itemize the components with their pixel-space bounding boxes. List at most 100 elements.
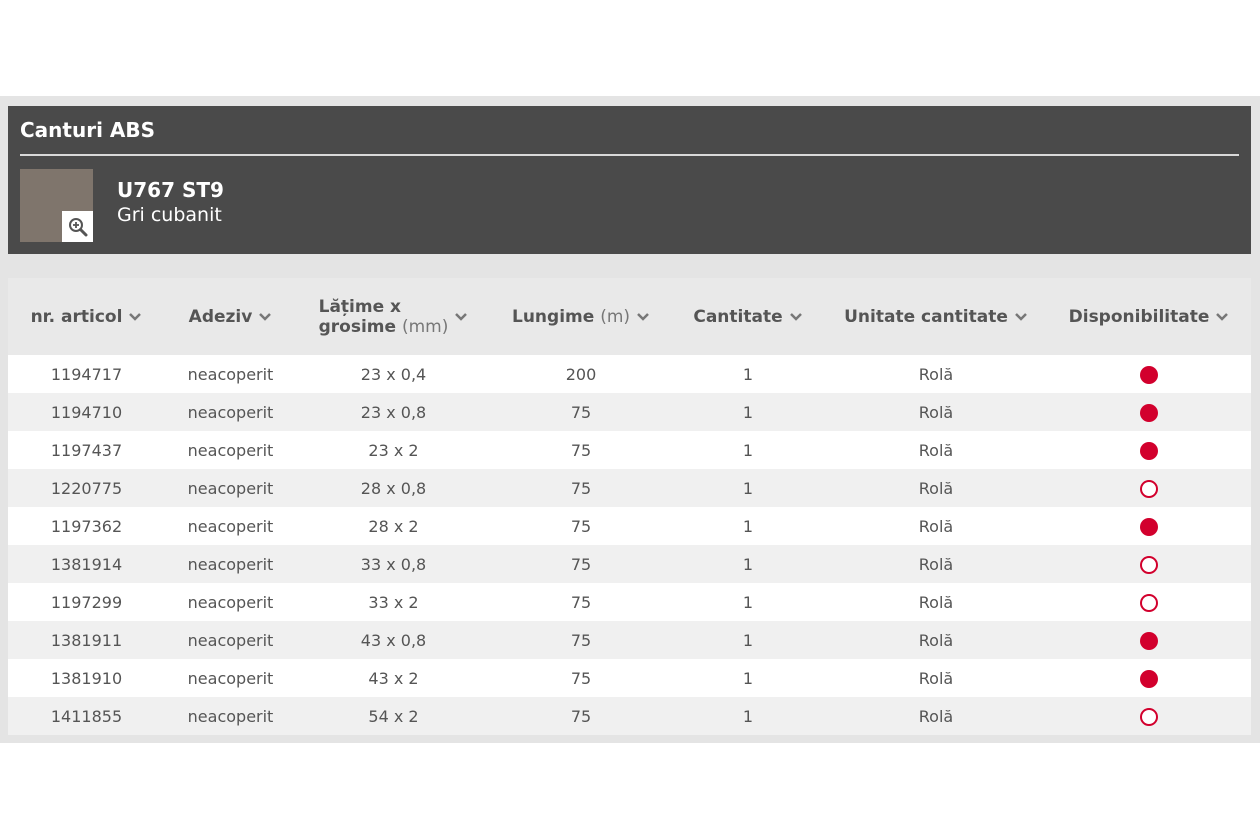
cell-unit: Rolă bbox=[918, 516, 954, 536]
column-header-length[interactable]: Lungime (m) bbox=[491, 307, 671, 327]
unavailable-dot-icon bbox=[1140, 707, 1158, 726]
cell-quantity: 1 bbox=[742, 668, 754, 688]
cell-size: 43 x 0,8 bbox=[360, 630, 427, 650]
cell-adhesive: neacoperit bbox=[187, 630, 274, 650]
product-code: U767 ST9 bbox=[117, 178, 224, 202]
cell-unit: Rolă bbox=[918, 402, 954, 422]
cell-adhesive: neacoperit bbox=[187, 516, 274, 536]
table-row[interactable]: 1381911 neacoperit 43 x 0,8 75 1 Rolă bbox=[8, 621, 1251, 659]
panel-divider bbox=[20, 154, 1239, 156]
column-label: Unitate cantitate bbox=[844, 306, 1008, 327]
chevron-down-icon bbox=[1014, 312, 1028, 322]
cell-adhesive: neacoperit bbox=[187, 364, 274, 384]
table-row[interactable]: 1197299 neacoperit 33 x 2 75 1 Rolă bbox=[8, 583, 1251, 621]
column-label-line2: grosime bbox=[318, 316, 397, 337]
cell-size: 54 x 2 bbox=[368, 706, 419, 726]
cell-quantity: 1 bbox=[742, 554, 754, 574]
cell-article: 1411855 bbox=[50, 706, 123, 726]
column-header-adhesive[interactable]: Adeziv bbox=[165, 307, 296, 327]
unavailable-dot-icon bbox=[1140, 555, 1158, 574]
cell-adhesive: neacoperit bbox=[187, 440, 274, 460]
cell-availability bbox=[1047, 592, 1251, 612]
table-row[interactable]: 1411855 neacoperit 54 x 2 75 1 Rolă bbox=[8, 697, 1251, 735]
table-body: 1194717 neacoperit 23 x 0,4 200 1 Rolă 1194710… bbox=[8, 355, 1251, 735]
cell-length: 75 bbox=[570, 440, 592, 460]
column-label: nr. articol bbox=[30, 306, 123, 327]
available-dot-icon bbox=[1140, 365, 1158, 384]
cell-size: 33 x 2 bbox=[368, 592, 419, 612]
cell-size: 23 x 0,8 bbox=[360, 402, 427, 422]
table-row[interactable]: 1220775 neacoperit 28 x 0,8 75 1 Rolă bbox=[8, 469, 1251, 507]
column-label: Lățime x grosime (mm) bbox=[319, 297, 449, 337]
cell-quantity: 1 bbox=[742, 630, 754, 650]
cell-adhesive: neacoperit bbox=[187, 402, 274, 422]
product-header-panel: Canturi ABS U767 ST9 Gri cubanit bbox=[8, 106, 1251, 254]
cell-availability bbox=[1047, 516, 1251, 536]
products-table: nr. articol Adeziv Lățime x grosime (mm)… bbox=[8, 278, 1251, 735]
cell-quantity: 1 bbox=[742, 592, 754, 612]
column-header-size[interactable]: Lățime x grosime (mm) bbox=[296, 297, 491, 337]
cell-article: 1381914 bbox=[50, 554, 123, 574]
cell-quantity: 1 bbox=[742, 478, 754, 498]
column-label: Adeziv bbox=[188, 306, 253, 327]
cell-adhesive: neacoperit bbox=[187, 478, 274, 498]
column-header-unit[interactable]: Unitate cantitate bbox=[825, 307, 1047, 327]
unavailable-dot-icon bbox=[1140, 593, 1158, 612]
chevron-down-icon bbox=[1215, 312, 1229, 322]
cell-unit: Rolă bbox=[918, 668, 954, 688]
cell-adhesive: neacoperit bbox=[187, 706, 274, 726]
table-row[interactable]: 1197362 neacoperit 28 x 2 75 1 Rolă bbox=[8, 507, 1251, 545]
cell-availability bbox=[1047, 668, 1251, 688]
column-header-quantity[interactable]: Cantitate bbox=[671, 307, 825, 327]
cell-quantity: 1 bbox=[742, 364, 754, 384]
cell-article: 1381911 bbox=[50, 630, 123, 650]
column-unit: (m) bbox=[600, 306, 631, 327]
table-row[interactable]: 1381914 neacoperit 33 x 0,8 75 1 Rolă bbox=[8, 545, 1251, 583]
cell-length: 75 bbox=[570, 402, 592, 422]
cell-availability bbox=[1047, 364, 1251, 384]
cell-length: 75 bbox=[570, 516, 592, 536]
cell-size: 33 x 0,8 bbox=[360, 554, 427, 574]
cell-unit: Rolă bbox=[918, 554, 954, 574]
cell-adhesive: neacoperit bbox=[187, 668, 274, 688]
cell-length: 75 bbox=[570, 478, 592, 498]
cell-adhesive: neacoperit bbox=[187, 592, 274, 612]
cell-length: 200 bbox=[565, 364, 597, 384]
column-header-availability[interactable]: Disponibilitate bbox=[1047, 307, 1251, 327]
cell-length: 75 bbox=[570, 668, 592, 688]
cell-article: 1194717 bbox=[50, 364, 123, 384]
cell-length: 75 bbox=[570, 630, 592, 650]
cell-article: 1194710 bbox=[50, 402, 123, 422]
cell-quantity: 1 bbox=[742, 516, 754, 536]
cell-length: 75 bbox=[570, 554, 592, 574]
table-row[interactable]: 1194710 neacoperit 23 x 0,8 75 1 Rolă bbox=[8, 393, 1251, 431]
zoom-in-icon bbox=[68, 217, 87, 236]
available-dot-icon bbox=[1140, 517, 1158, 536]
product-swatch[interactable] bbox=[20, 169, 93, 242]
cell-availability bbox=[1047, 554, 1251, 574]
cell-article: 1220775 bbox=[50, 478, 123, 498]
column-label-line1: Lățime x bbox=[318, 296, 402, 317]
cell-quantity: 1 bbox=[742, 706, 754, 726]
column-label: Cantitate bbox=[693, 306, 783, 327]
cell-availability bbox=[1047, 440, 1251, 460]
table-row[interactable]: 1197437 neacoperit 23 x 2 75 1 Rolă bbox=[8, 431, 1251, 469]
cell-availability bbox=[1047, 402, 1251, 422]
cell-size: 23 x 0,4 bbox=[360, 364, 427, 384]
cell-unit: Rolă bbox=[918, 364, 954, 384]
cell-availability bbox=[1047, 478, 1251, 498]
cell-size: 43 x 2 bbox=[368, 668, 419, 688]
cell-article: 1197437 bbox=[50, 440, 123, 460]
column-header-article[interactable]: nr. articol bbox=[8, 307, 165, 327]
cell-length: 75 bbox=[570, 592, 592, 612]
cell-unit: Rolă bbox=[918, 440, 954, 460]
cell-article: 1197362 bbox=[50, 516, 123, 536]
table-row[interactable]: 1381910 neacoperit 43 x 2 75 1 Rolă bbox=[8, 659, 1251, 697]
column-label: Lungime bbox=[511, 306, 595, 327]
table-header: nr. articol Adeziv Lățime x grosime (mm)… bbox=[8, 278, 1251, 355]
zoom-button[interactable] bbox=[62, 211, 93, 242]
available-dot-icon bbox=[1140, 441, 1158, 460]
cell-adhesive: neacoperit bbox=[187, 554, 274, 574]
table-row[interactable]: 1194717 neacoperit 23 x 0,4 200 1 Rolă bbox=[8, 355, 1251, 393]
cell-unit: Rolă bbox=[918, 592, 954, 612]
